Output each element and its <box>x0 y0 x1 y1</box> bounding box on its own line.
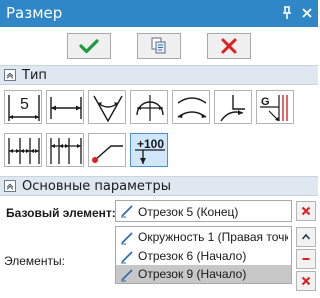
svg-text:5: 5 <box>20 96 29 113</box>
collapse-icon[interactable] <box>4 180 16 192</box>
linear-dimension-value-icon: 5 <box>8 95 40 121</box>
type-section-label: Тип <box>22 68 47 83</box>
elements-list[interactable]: Окружность 1 (Правая точка) Отрезок 6 (Н… <box>115 226 292 284</box>
tool-radial-leader[interactable] <box>214 90 252 124</box>
close-icon[interactable] <box>300 6 314 20</box>
list-item-selected[interactable]: Отрезок 9 (Начало) <box>116 265 291 283</box>
grid-leader-icon: G <box>260 95 288 122</box>
cross-icon <box>221 38 237 54</box>
list-item-label: Отрезок 6 (Начало) <box>138 249 247 263</box>
svg-text:G: G <box>261 96 270 108</box>
tool-level[interactable]: +100 <box>130 133 168 167</box>
remove-item-button[interactable] <box>296 249 316 269</box>
tool-leader-note[interactable] <box>88 133 126 167</box>
tool-arc-angular[interactable] <box>130 90 168 124</box>
radial-leader-icon <box>220 95 245 122</box>
params-section-label: Основные параметры <box>22 179 171 194</box>
type-section-header[interactable]: Тип <box>0 65 318 85</box>
ok-button[interactable] <box>67 33 111 59</box>
list-item[interactable]: Отрезок 6 (Начало) <box>116 247 291 265</box>
list-item[interactable]: Окружность 1 (Правая точка) <box>116 228 291 246</box>
cancel-button[interactable] <box>207 33 251 59</box>
tool-arc-length[interactable] <box>172 90 210 124</box>
clear-base-button[interactable] <box>296 201 316 221</box>
cross-icon <box>301 206 311 216</box>
base-element-label: Базовый элемент: <box>6 206 116 220</box>
level-dimension-icon: +100 <box>135 137 165 164</box>
segment-icon <box>121 251 133 264</box>
copy-properties-icon <box>151 37 166 54</box>
collapse-icon[interactable] <box>4 69 16 81</box>
base-element-field[interactable]: Отрезок 5 (Конец) <box>115 200 292 222</box>
cross-icon <box>301 276 311 286</box>
action-bar <box>0 27 318 65</box>
tool-chain[interactable] <box>4 133 42 167</box>
segment-icon <box>121 232 133 245</box>
pin-icon[interactable] <box>280 6 294 20</box>
clear-list-button[interactable] <box>296 271 316 291</box>
tool-grid-leader[interactable]: G <box>256 90 294 124</box>
arc-angular-dimension-icon <box>136 95 164 121</box>
window-title: Размер <box>6 4 63 22</box>
tool-linear[interactable] <box>46 90 84 124</box>
elements-label: Элементы: <box>4 254 65 268</box>
segment-icon <box>121 269 133 282</box>
svg-text:+100: +100 <box>137 137 164 151</box>
baseline-dimension-icon <box>50 138 82 164</box>
tool-baseline[interactable] <box>46 133 84 167</box>
copy-properties-button[interactable] <box>137 33 181 59</box>
base-element-value: Отрезок 5 (Конец) <box>138 205 239 219</box>
params-section-header[interactable]: Основные параметры <box>0 176 318 196</box>
checkmark-icon <box>79 39 99 54</box>
tool-angular[interactable] <box>88 90 126 124</box>
list-item-label: Окружность 1 (Правая точка) <box>138 230 288 244</box>
arc-length-dimension-icon <box>177 97 207 118</box>
title-bar: Размер <box>0 0 318 27</box>
segment-icon <box>121 205 133 218</box>
linear-dimension-icon <box>50 97 82 119</box>
list-item-label: Отрезок 9 (Начало) <box>138 267 247 281</box>
minus-icon <box>302 258 310 260</box>
chain-dimension-icon <box>8 138 40 164</box>
angular-dimension-icon <box>93 95 123 123</box>
tool-linear-value[interactable]: 5 <box>4 90 42 124</box>
leader-note-icon <box>92 145 123 163</box>
chevron-up-icon <box>301 233 311 240</box>
move-up-button[interactable] <box>296 227 316 247</box>
